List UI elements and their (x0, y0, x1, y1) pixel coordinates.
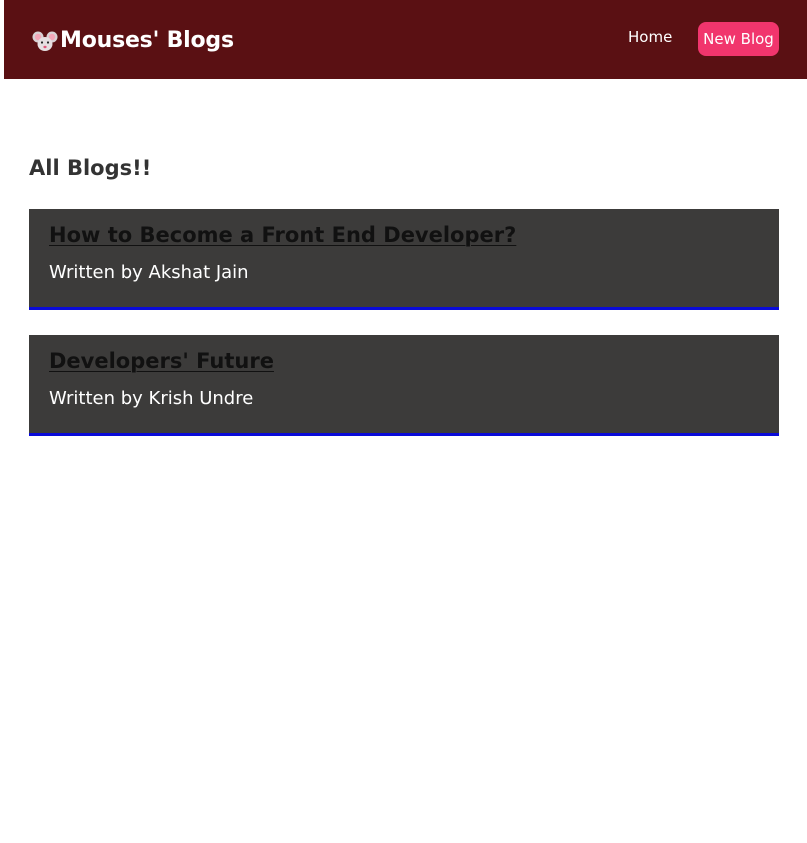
blog-title-link[interactable]: How to Become a Front End Developer? (49, 223, 516, 247)
mouse-face-icon (32, 30, 58, 52)
blog-author: Written by Akshat Jain (49, 262, 249, 283)
navbar: Mouses' Blogs Home New Blog (4, 0, 807, 79)
site-brand[interactable]: Mouses' Blogs (32, 25, 234, 55)
blog-preview-card[interactable]: Developers' Future Written by Krish Undr… (29, 335, 779, 436)
blog-title-link[interactable]: Developers' Future (49, 349, 274, 373)
blog-preview-card[interactable]: How to Become a Front End Developer? Wri… (29, 209, 779, 310)
brand-title: Mouses' Blogs (60, 27, 234, 53)
nav-home-link[interactable]: Home (628, 28, 672, 46)
blog-author: Written by Krish Undre (49, 388, 254, 409)
page-heading: All Blogs!! (29, 156, 152, 180)
new-blog-button[interactable]: New Blog (698, 22, 779, 56)
